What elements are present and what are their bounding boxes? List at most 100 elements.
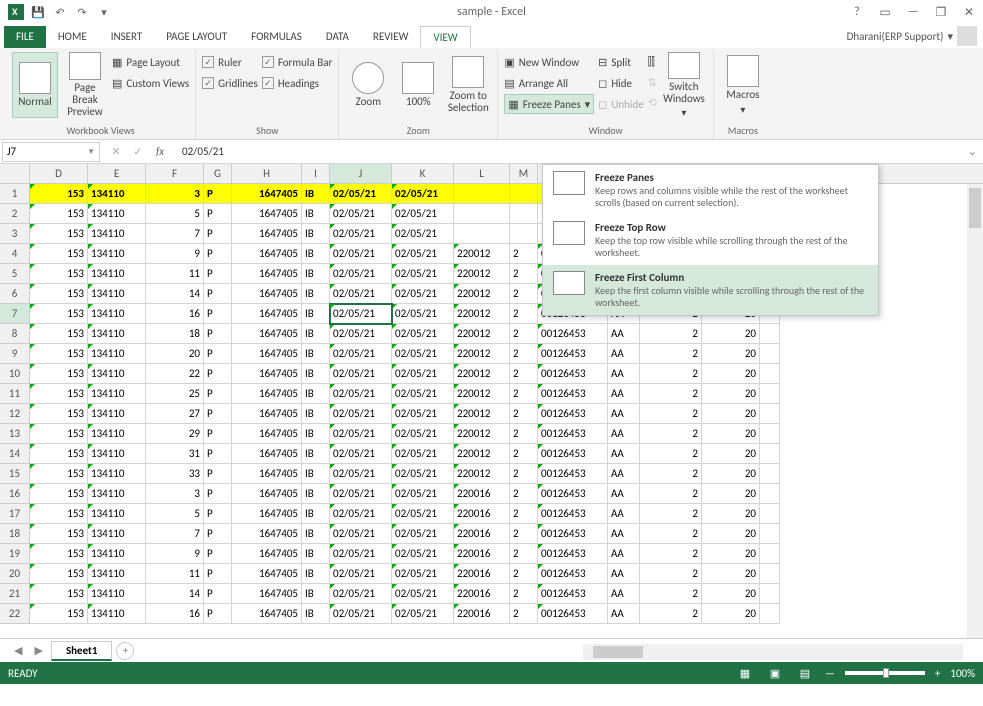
row-header-21[interactable]: 21	[0, 584, 30, 604]
select-all-corner[interactable]	[0, 164, 30, 183]
hide-button[interactable]: ◻ Hide	[598, 73, 644, 93]
cell-I11[interactable]: IB	[302, 384, 330, 404]
cell-I20[interactable]: IB	[302, 564, 330, 584]
column-header-M[interactable]: M	[510, 164, 538, 183]
zoom-button[interactable]: Zoom	[345, 52, 391, 118]
zoom-in-icon[interactable]: +	[935, 667, 940, 680]
cell-N9[interactable]: 00126453	[538, 344, 608, 364]
cell-H16[interactable]: 1647405	[232, 484, 302, 504]
cell-H12[interactable]: 1647405	[232, 404, 302, 424]
cell-P21[interactable]: 2	[640, 584, 702, 604]
cell-E6[interactable]: 134110	[88, 284, 146, 304]
cell-P12[interactable]: 2	[640, 404, 702, 424]
cell-L3[interactable]	[454, 224, 510, 244]
cell-G18[interactable]: P	[204, 524, 232, 544]
insert-function-icon[interactable]: fx	[150, 145, 170, 158]
cell-M22[interactable]: 2	[510, 604, 538, 624]
cell-J13[interactable]: 02/05/21	[330, 424, 392, 444]
row-header-1[interactable]: 1	[0, 184, 30, 204]
cell-R15[interactable]	[760, 464, 780, 484]
cell-E2[interactable]: 134110	[88, 204, 146, 224]
cell-K11[interactable]: 02/05/21	[392, 384, 454, 404]
row-header-12[interactable]: 12	[0, 404, 30, 424]
cell-N13[interactable]: 00126453	[538, 424, 608, 444]
cell-O19[interactable]: AA	[608, 544, 640, 564]
cell-J4[interactable]: 02/05/21	[330, 244, 392, 264]
cell-J9[interactable]: 02/05/21	[330, 344, 392, 364]
cell-D7[interactable]: 153	[30, 304, 88, 324]
cell-D9[interactable]: 153	[30, 344, 88, 364]
cell-O16[interactable]: AA	[608, 484, 640, 504]
cell-L22[interactable]: 220016	[454, 604, 510, 624]
cell-G8[interactable]: P	[204, 324, 232, 344]
cell-E19[interactable]: 134110	[88, 544, 146, 564]
cell-O9[interactable]: AA	[608, 344, 640, 364]
cell-D5[interactable]: 153	[30, 264, 88, 284]
cell-N11[interactable]: 00126453	[538, 384, 608, 404]
column-header-E[interactable]: E	[88, 164, 146, 183]
cell-Q20[interactable]: 20	[702, 564, 760, 584]
page-layout-view-icon[interactable]: ▣	[765, 665, 785, 681]
row-header-5[interactable]: 5	[0, 264, 30, 284]
cell-D11[interactable]: 153	[30, 384, 88, 404]
cell-M19[interactable]: 2	[510, 544, 538, 564]
cell-G4[interactable]: P	[204, 244, 232, 264]
cell-L20[interactable]: 220016	[454, 564, 510, 584]
cell-G19[interactable]: P	[204, 544, 232, 564]
help-icon[interactable]: ?	[843, 0, 871, 24]
cell-K9[interactable]: 02/05/21	[392, 344, 454, 364]
page-break-view-icon[interactable]: ▤	[795, 665, 815, 681]
cell-E4[interactable]: 134110	[88, 244, 146, 264]
cell-M11[interactable]: 2	[510, 384, 538, 404]
cell-K13[interactable]: 02/05/21	[392, 424, 454, 444]
cell-I21[interactable]: IB	[302, 584, 330, 604]
cell-Q9[interactable]: 20	[702, 344, 760, 364]
vertical-scrollbar[interactable]	[967, 184, 983, 638]
cell-H22[interactable]: 1647405	[232, 604, 302, 624]
zoom-out-icon[interactable]: —	[825, 667, 835, 680]
cell-E13[interactable]: 134110	[88, 424, 146, 444]
cell-L19[interactable]: 220016	[454, 544, 510, 564]
cell-E16[interactable]: 134110	[88, 484, 146, 504]
cell-G7[interactable]: P	[204, 304, 232, 324]
cell-H10[interactable]: 1647405	[232, 364, 302, 384]
cell-L5[interactable]: 220012	[454, 264, 510, 284]
column-header-F[interactable]: F	[146, 164, 204, 183]
cell-F5[interactable]: 11	[146, 264, 204, 284]
column-header-J[interactable]: J	[330, 164, 392, 183]
cell-E10[interactable]: 134110	[88, 364, 146, 384]
cell-D18[interactable]: 153	[30, 524, 88, 544]
cell-D21[interactable]: 153	[30, 584, 88, 604]
cell-R18[interactable]	[760, 524, 780, 544]
cell-L2[interactable]	[454, 204, 510, 224]
cell-K6[interactable]: 02/05/21	[392, 284, 454, 304]
cell-K22[interactable]: 02/05/21	[392, 604, 454, 624]
cell-I6[interactable]: IB	[302, 284, 330, 304]
cell-R19[interactable]	[760, 544, 780, 564]
excel-icon[interactable]	[6, 2, 26, 22]
cell-G11[interactable]: P	[204, 384, 232, 404]
cell-P15[interactable]: 2	[640, 464, 702, 484]
cell-H8[interactable]: 1647405	[232, 324, 302, 344]
cell-M15[interactable]: 2	[510, 464, 538, 484]
switch-windows-button[interactable]: Switch Windows ▾	[661, 52, 707, 118]
cell-G5[interactable]: P	[204, 264, 232, 284]
column-header-H[interactable]: H	[232, 164, 302, 183]
cell-H9[interactable]: 1647405	[232, 344, 302, 364]
cell-F15[interactable]: 33	[146, 464, 204, 484]
cell-L10[interactable]: 220012	[454, 364, 510, 384]
user-account[interactable]: Dharani(ERP Support)▾	[847, 26, 977, 46]
cell-M6[interactable]: 2	[510, 284, 538, 304]
cell-E9[interactable]: 134110	[88, 344, 146, 364]
cell-Q17[interactable]: 20	[702, 504, 760, 524]
cell-D22[interactable]: 153	[30, 604, 88, 624]
cell-E18[interactable]: 134110	[88, 524, 146, 544]
cell-P14[interactable]: 2	[640, 444, 702, 464]
cell-D19[interactable]: 153	[30, 544, 88, 564]
restore-icon[interactable]: ❐	[927, 0, 955, 24]
zoom-level[interactable]: 100%	[950, 667, 975, 680]
cell-F9[interactable]: 20	[146, 344, 204, 364]
sheet-nav-prev-icon[interactable]: ◀	[10, 644, 26, 657]
cell-J19[interactable]: 02/05/21	[330, 544, 392, 564]
cell-O17[interactable]: AA	[608, 504, 640, 524]
